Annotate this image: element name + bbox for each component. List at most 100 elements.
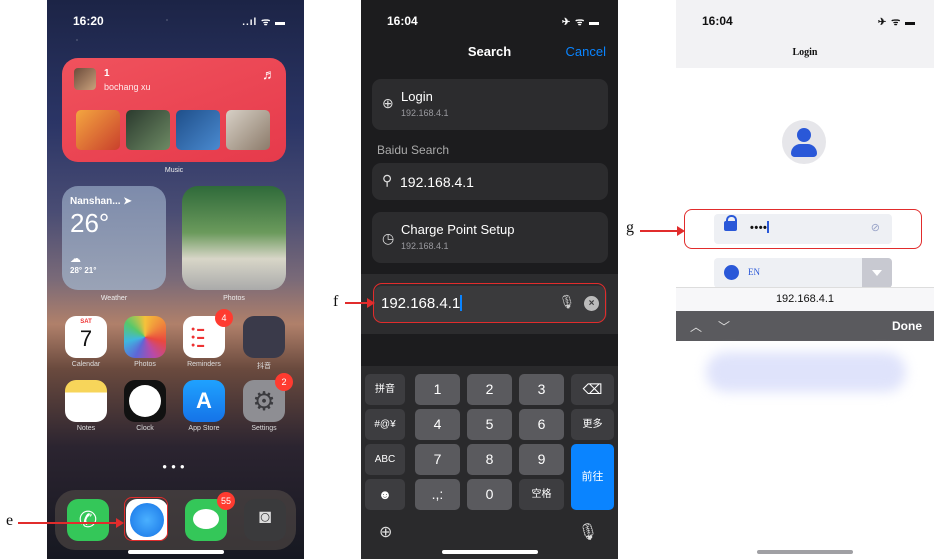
app-label-reminders: Reminders xyxy=(187,361,221,368)
app-label-calendar: Calendar xyxy=(71,361,101,368)
callout-e-label: e xyxy=(6,512,14,529)
camera-app-icon[interactable]: ◙ xyxy=(244,499,286,541)
callout-g-arrowhead xyxy=(677,226,685,236)
key-space[interactable]: 空格 xyxy=(519,479,564,510)
weather-temp: 26° xyxy=(70,208,110,238)
status-icons: ..ıl ᯤ ▬ xyxy=(242,17,286,28)
weather-widget[interactable]: Nanshan... ➤ 26° ☁ 28° 21° xyxy=(62,186,166,290)
key-2[interactable]: 2 xyxy=(467,374,512,405)
password-highlight xyxy=(684,209,922,249)
app-label-folder: 抖音 xyxy=(257,363,271,370)
address-highlight xyxy=(373,283,606,323)
key-3[interactable]: 3 xyxy=(519,374,564,405)
clock-app-icon[interactable] xyxy=(124,380,166,422)
language-select[interactable]: EN xyxy=(714,258,892,288)
key-5[interactable]: 5 xyxy=(467,409,512,440)
login-page-screen: 16:04 ✈ ᯤ ▬ Login •••• ⊘ EN 192.168.4.1 … xyxy=(676,0,934,559)
photos-widget-label: Photos xyxy=(223,295,245,302)
result-charge-point[interactable]: ◷ Charge Point Setup 192.168.4.1 xyxy=(372,212,608,263)
next-field-icon[interactable]: ﹀ xyxy=(718,318,730,335)
key-4[interactable]: 4 xyxy=(415,409,460,440)
cancel-button[interactable]: Cancel xyxy=(566,44,606,59)
music-note-icon: ♬ xyxy=(262,66,276,82)
keyboard-accessory-bar: ︿ ﹀ Done xyxy=(676,311,934,341)
page-title: Login xyxy=(792,47,818,58)
app-label-app-store: App Store xyxy=(188,425,220,432)
music-widget[interactable]: 1 bochang xu ♬ xyxy=(62,58,286,162)
key-8[interactable]: 8 xyxy=(467,444,512,475)
language-code: EN xyxy=(748,267,760,277)
search-icon: ⚲ xyxy=(382,172,393,188)
chevron-down-icon[interactable] xyxy=(862,258,892,288)
photos-app-icon[interactable] xyxy=(124,316,166,358)
reminders-app-icon[interactable]: ● ▬ ● ▬ ● ▬ 4 xyxy=(183,309,233,358)
callout-e-arrowhead xyxy=(116,518,124,528)
key-0[interactable]: 0 xyxy=(467,479,512,510)
user-avatar-icon xyxy=(782,120,826,164)
app-store-glyph-icon: A xyxy=(196,388,212,413)
cloud-icon: ☁ xyxy=(70,253,81,265)
url-bar[interactable]: 192.168.4.1 xyxy=(676,287,934,311)
key-7[interactable]: 7 xyxy=(415,444,460,475)
callout-e-arrow xyxy=(18,522,118,524)
key-abc[interactable]: ABC xyxy=(365,444,405,475)
callout-f-label: f xyxy=(333,293,339,310)
settings-badge: 2 xyxy=(275,373,293,391)
keyboard-mic-icon[interactable]: 🎙 xyxy=(578,522,598,542)
key-pinyin[interactable]: 拼音 xyxy=(365,374,405,405)
album-thumb[interactable] xyxy=(76,110,120,150)
app-label-clock: Clock xyxy=(136,425,154,432)
key-6[interactable]: 6 xyxy=(519,409,564,440)
album-thumb[interactable] xyxy=(126,110,170,150)
status-time: 16:04 xyxy=(702,14,733,28)
previous-field-icon[interactable]: ︿ xyxy=(690,318,702,335)
weather-city: Nanshan... ➤ xyxy=(70,196,132,207)
key-go[interactable]: 前往 xyxy=(571,444,614,510)
key-more[interactable]: 更多 xyxy=(571,409,614,440)
calendar-app-icon[interactable]: SAT 7 xyxy=(65,316,107,358)
status-bar: 16:20 ..ıl ᯤ ▬ xyxy=(47,14,304,30)
messages-app-icon[interactable]: 55 xyxy=(185,492,235,541)
result-login[interactable]: ⊕ Login 192.168.4.1 xyxy=(372,79,608,130)
music-thumbnails xyxy=(76,110,270,150)
key-symbols[interactable]: #@¥ xyxy=(365,409,405,440)
section-heading: Baidu Search xyxy=(377,143,450,157)
gear-icon: ⚙ xyxy=(252,386,276,416)
keyboard-globe-icon[interactable]: ⊕ xyxy=(379,522,392,542)
weather-widget-label: Weather xyxy=(100,295,128,302)
album-thumb[interactable] xyxy=(226,110,270,150)
folder-app-icon[interactable] xyxy=(243,316,285,358)
done-button[interactable]: Done xyxy=(892,319,922,333)
chat-bubble-icon xyxy=(193,509,219,529)
key-delete[interactable]: ⌫ xyxy=(571,374,614,405)
status-icons: ✈ ᯤ ▬ xyxy=(877,17,916,28)
app-store-icon[interactable]: A xyxy=(183,380,225,422)
key-emoji[interactable]: ☻ xyxy=(365,479,405,510)
photos-widget[interactable] xyxy=(182,186,286,290)
key-9[interactable]: 9 xyxy=(519,444,564,475)
album-art xyxy=(74,68,96,90)
notes-app-icon[interactable] xyxy=(65,380,107,422)
globe-icon: ⊕ xyxy=(382,95,394,111)
list-icon: ● ▬ ● ▬ ● ▬ xyxy=(191,326,205,349)
callout-f-arrowhead xyxy=(367,298,375,308)
language-globe-icon xyxy=(724,265,739,280)
status-time: 16:20 xyxy=(73,14,104,28)
safari-highlight xyxy=(124,497,168,541)
home-indicator xyxy=(757,550,853,554)
reminders-badge: 4 xyxy=(215,309,233,327)
app-label-notes: Notes xyxy=(76,425,96,432)
status-bar: 16:04 ✈ ᯤ ▬ xyxy=(361,14,618,30)
result-login-title: Login xyxy=(401,89,433,104)
status-bar: 16:04 ✈ ᯤ ▬ xyxy=(676,14,934,30)
result-baidu-search[interactable]: ⚲ 192.168.4.1 xyxy=(372,163,608,200)
settings-app-icon[interactable]: ⚙ 2 xyxy=(243,373,293,422)
album-thumb[interactable] xyxy=(176,110,220,150)
page-indicator[interactable]: ●●● xyxy=(47,462,304,471)
result-charge-title: Charge Point Setup xyxy=(401,222,515,237)
phone-app-icon[interactable]: ✆ xyxy=(67,499,109,541)
key-punctuation[interactable]: .,: xyxy=(415,479,460,510)
app-label-photos: Photos xyxy=(134,361,156,368)
weather-range: 28° 21° xyxy=(70,266,97,275)
key-1[interactable]: 1 xyxy=(415,374,460,405)
